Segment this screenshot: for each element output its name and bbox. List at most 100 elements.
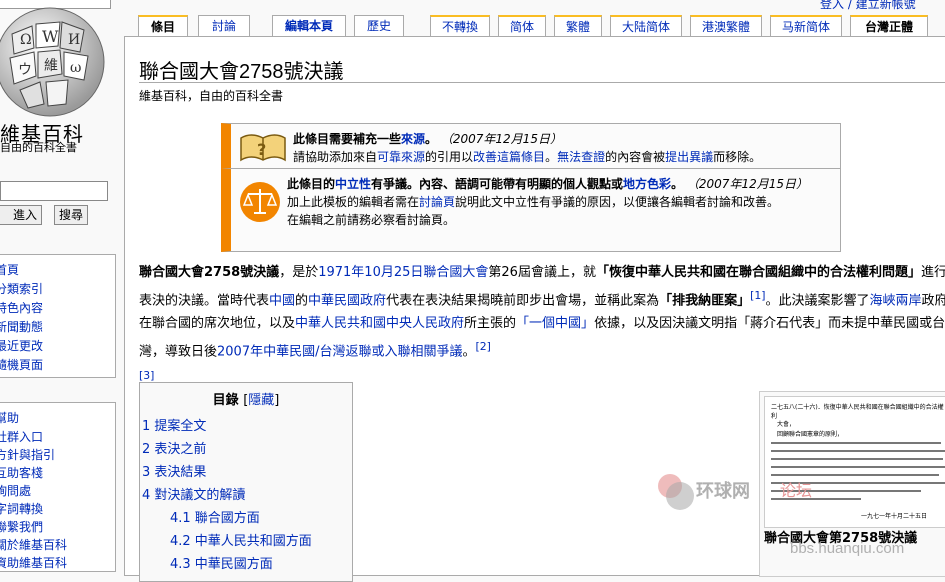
content-area: 聯合國大會2758號決議 維基百科，自由的百科全書 ? 此條目需要補充一些來源。… <box>124 36 945 582</box>
toc-item[interactable]: 3 表決結果 <box>142 461 206 480</box>
sidebar-item-conversion[interactable]: 字詞轉換 <box>0 500 43 517</box>
svg-text:?: ? <box>257 140 266 159</box>
intro-paragraph: 聯合國大會2758號決議，是於1971年10月25日聯合國大會第26屆會議上，就… <box>139 261 945 392</box>
resolution-subject: 「恢復中華人民共和國在聯合國組織中的合法權利問題」 <box>595 265 921 280</box>
watermark-tag: 论坛 <box>780 481 813 500</box>
intro-text: 代表在表決結果揭曉前即步出會場，並稱此案為 <box>386 293 660 309</box>
tab-variant-hk[interactable]: 港澳繁體 <box>690 15 762 37</box>
ambox1-date: （2007年12月15日） <box>440 132 562 146</box>
search-input[interactable] <box>0 181 108 201</box>
scales-icon <box>240 182 280 222</box>
intro-text: 。 <box>462 344 476 360</box>
table-of-contents: 目錄 [隱藏] 1 提案全文 2 表決之前 3 表決結果 4 對決議文的解讀 4… <box>139 382 353 582</box>
verifiability-link[interactable]: 無法查證 <box>557 150 605 164</box>
doc-header: 二七五八(二十六)．恢復中華人民共和國在聯合國組織中的合法權利 <box>771 404 944 420</box>
sidebar-item-policy[interactable]: 方針與指引 <box>0 446 55 463</box>
ambox2-lead-end: 。 <box>671 177 684 191</box>
sidebar-item-help[interactable]: 幫助 <box>0 409 19 426</box>
ambox1-lead: 此條目需要補充一些 <box>293 132 402 146</box>
sidebar-item-help-desk[interactable]: 詢問處 <box>0 482 31 499</box>
tab-variant-hant[interactable]: 繁體 <box>554 15 602 37</box>
talk-page-link[interactable]: 討論頁 <box>419 195 455 209</box>
svg-text:Ω: Ω <box>20 32 32 48</box>
ambox2-text-a: 加上此模板的編輯者需在 <box>287 195 420 209</box>
toc-item[interactable]: 4.3 中華民國方面 <box>170 553 273 572</box>
neutrality-link[interactable]: 中立性 <box>335 177 371 191</box>
tab-variant-tw[interactable]: 台灣正體 <box>850 15 928 37</box>
toc-item[interactable]: 4 對決議文的解讀 <box>142 484 245 503</box>
date-link[interactable]: 10月25日 <box>364 265 423 280</box>
toc-header: 目錄 [隱藏] <box>140 389 352 408</box>
roc-government-link[interactable]: 中華民國政府 <box>308 293 386 308</box>
toc-item[interactable]: 4.2 中華人民共和國方面 <box>170 530 312 549</box>
intro-text: 第26屆會議上，就 <box>488 265 596 280</box>
sidebar-item-village-pump[interactable]: 互助客棧 <box>0 464 43 481</box>
sidebar-item-portal[interactable]: 社群入口 <box>0 428 43 445</box>
intro-text: 所主張的 <box>464 316 517 332</box>
sidebar-item-recent[interactable]: 最近更改 <box>0 337 43 354</box>
svg-text:W: W <box>42 27 59 46</box>
ambox1-text-a: 請協助添加來自 <box>293 150 378 164</box>
resolution-document-image[interactable]: 二七五八(二十六)．恢復中華人民共和國在聯合國組織中的合法權利 大會， 回顧聯合… <box>764 396 945 528</box>
sidebar-interaction: 幫助 社群入口 方針與指引 互助客棧 詢問處 字詞轉換 聯繫我們 關於維基百科 … <box>0 402 116 572</box>
toc-item[interactable]: 1 提案全文 <box>142 415 206 434</box>
doc-date: 一九七一年十月二十五日 <box>861 513 928 520</box>
toc-hide-link[interactable]: 隱藏 <box>248 393 274 408</box>
svg-text:ウ: ウ <box>18 62 32 78</box>
improve-article-link[interactable]: 改善這篇條目 <box>473 150 545 164</box>
prc-government-link[interactable]: 中華人民共和國中央人民政府 <box>295 316 464 331</box>
ambox-unreferenced-text: 此條目需要補充一些來源。 （2007年12月15日） 請協助添加來自可靠來源的引… <box>293 130 834 166</box>
ref-2[interactable]: [2] <box>476 340 491 353</box>
sidebar-item-featured[interactable]: 特色內容 <box>0 299 43 316</box>
un-general-assembly-link[interactable]: 聯合國大會 <box>423 265 488 280</box>
sources-link[interactable]: 來源 <box>401 132 425 146</box>
tab-variant-cn[interactable]: 大陆简体 <box>610 15 682 37</box>
ambox1-text-c: 的引用以 <box>425 150 474 164</box>
resolution-nickname: 「排我納匪案」 <box>659 293 751 309</box>
doc-line: 回顧聯合國憲章的原則， <box>777 431 844 438</box>
toc-item[interactable]: 4.1 聯合國方面 <box>170 507 260 526</box>
sidebar-item-donate[interactable]: 資助維基百科 <box>0 554 67 571</box>
sidebar-item-main[interactable]: 首頁 <box>0 261 19 278</box>
year-1971-link[interactable]: 1971年 <box>318 265 364 280</box>
globe-icon: Ω W И ウ 維 ω <box>0 7 105 117</box>
tab-article[interactable]: 條目 <box>138 15 188 37</box>
tab-discussion[interactable]: 討論 <box>198 15 250 37</box>
reliable-sources-link[interactable]: 可靠來源 <box>377 150 425 164</box>
sidebar-item-about[interactable]: 關於維基百科 <box>0 536 67 553</box>
wikipedia-logo[interactable]: Ω W И ウ 維 ω 維基百科 自由的百科全書 <box>0 0 125 160</box>
sidebar-item-categories[interactable]: 分類索引 <box>0 280 43 297</box>
intro-text: 的 <box>295 293 309 309</box>
ambox2-text-c: 在編輯之前請務必察看討論頁。 <box>287 213 456 227</box>
regional-bias-link[interactable]: 地方色彩 <box>623 177 671 191</box>
tab-edit[interactable]: 編輯本頁 <box>272 15 346 37</box>
site-subtitle: 維基百科，自由的百科全書 <box>139 89 284 103</box>
page-title: 聯合國大會2758號決議 <box>139 61 344 83</box>
challenged-link[interactable]: 提出異議 <box>665 150 713 164</box>
svg-text:ω: ω <box>70 60 81 76</box>
ambox2-lead: 此條目的 <box>287 177 336 191</box>
tab-history[interactable]: 歷史 <box>354 15 404 37</box>
title-divider <box>139 82 945 83</box>
ref-3[interactable]: [3] <box>139 369 154 382</box>
cross-strait-link[interactable]: 海峽兩岸 <box>869 293 921 308</box>
toc-bracket: ] <box>274 393 280 408</box>
watermark-url: bbs.huanqiu.com <box>790 540 905 557</box>
china-link[interactable]: 中國 <box>269 293 295 308</box>
un-membership-link[interactable]: 2007年中華民國/台灣返聯或入聯相關爭議 <box>217 345 462 360</box>
sidebar-item-news[interactable]: 新聞動態 <box>0 318 43 335</box>
tab-variant-sg[interactable]: 马新简体 <box>770 15 842 37</box>
watermark-logo-icon <box>666 482 694 510</box>
ambox1-text-e: 。 <box>545 150 558 164</box>
search-button[interactable]: 搜尋 <box>54 205 89 225</box>
tab-variant-hans[interactable]: 简体 <box>498 15 546 37</box>
sidebar-item-random[interactable]: 隨機頁面 <box>0 356 43 373</box>
ambox-unreferenced: ? 此條目需要補充一些來源。 （2007年12月15日） 請協助添加來自可靠來源… <box>221 123 841 169</box>
one-china-link[interactable]: 「一個中國」 <box>516 316 594 331</box>
toc-item[interactable]: 2 表決之前 <box>142 438 206 457</box>
tab-variant-none[interactable]: 不轉換 <box>430 15 490 37</box>
go-button[interactable]: 進入 <box>0 205 42 225</box>
ref-1[interactable]: [1] <box>750 289 765 302</box>
sidebar-item-contact[interactable]: 聯繫我們 <box>0 518 43 535</box>
login-link[interactable]: 登入 / 建立新帳號 <box>820 0 916 12</box>
